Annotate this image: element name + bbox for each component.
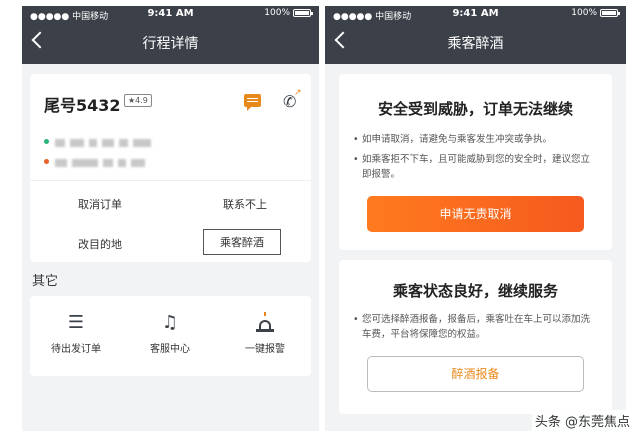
cancel-order-button[interactable]: 取消订单 [50, 196, 150, 212]
battery-percent: 100% [264, 8, 290, 18]
emergency-alarm-label: 一键报警 [245, 344, 285, 355]
pending-orders-label: 待出发订单 [51, 344, 101, 355]
page-title: 行程详情 [142, 36, 199, 52]
battery-status: 100% [264, 8, 313, 18]
headset-icon: ♫ [161, 312, 179, 333]
trip-card: 尾号5432 ★4.9 ✆ ↗ 取消订单 联系不上 改目的地 乘客醉酒 [30, 74, 311, 262]
safety-tip: 如申请取消，请避免与乘客发生冲突或争执。 [353, 132, 598, 147]
navbar: ●●●●● 中国移动 9:41 AM 100% 行程详情 [22, 6, 319, 64]
free-cancel-button[interactable]: 申请无责取消 [367, 196, 584, 232]
origin-redacted [55, 132, 156, 151]
emergency-alarm-button[interactable]: 一键报警 [225, 312, 305, 355]
page-title: 乘客醉酒 [447, 36, 504, 52]
safety-tip: 如乘客拒不下车，且可能威胁到您的安全时，建议您立即报警。 [353, 152, 598, 182]
customer-service-button[interactable]: ♫ 客服中心 [130, 312, 210, 355]
message-icon[interactable] [244, 94, 261, 111]
trip-detail-screen: ●●●●● 中国移动 9:41 AM 100% 行程详情 尾号5432 ★4.9… [22, 6, 319, 431]
call-arrow-icon: ↗ [294, 88, 302, 98]
status-bar: ●●●●● 中国移动 9:41 AM 100% [22, 6, 319, 24]
safety-threat-title: 安全受到威胁，订单无法继续 [377, 100, 573, 118]
pending-orders-button[interactable]: ☰ 待出发订单 [36, 312, 116, 355]
status-bar: ●●●●● 中国移动 9:41 AM 100% [325, 6, 626, 24]
destination-address [44, 152, 150, 171]
drunk-report-button[interactable]: 醉酒报备 [367, 356, 584, 392]
navbar: ●●●●● 中国移动 9:41 AM 100% 乘客醉酒 [325, 6, 626, 64]
unreachable-button[interactable]: 联系不上 [195, 196, 295, 212]
origin-dot-icon [44, 139, 49, 144]
order-list-icon: ☰ [67, 312, 85, 333]
continue-service-title: 乘客状态良好，继续服务 [392, 282, 558, 300]
destination-redacted [55, 152, 150, 171]
battery-percent: 100% [571, 8, 597, 18]
customer-service-label: 客服中心 [150, 344, 190, 355]
origin-address [44, 132, 156, 151]
destination-dot-icon [44, 159, 49, 164]
siren-icon [256, 312, 274, 334]
section-other-label: 其它 [32, 274, 59, 289]
battery-icon [293, 9, 313, 17]
passenger-drunk-screen: ●●●●● 中国移动 9:41 AM 100% 乘客醉酒 安全受到威胁，订单无法… [325, 6, 626, 431]
continue-service-card: 乘客状态良好，继续服务 您可选择醉酒报备，报备后，乘客吐在车上可以添加洗车费，平… [339, 260, 612, 414]
battery-status: 100% [571, 8, 620, 18]
passenger-drunk-button[interactable]: 乘客醉酒 [203, 229, 281, 255]
change-destination-button[interactable]: 改目的地 [50, 236, 150, 252]
report-tip: 您可选择醉酒报备，报备后，乘客吐在车上可以添加洗车费，平台将保障您的权益。 [353, 312, 598, 342]
battery-icon [600, 9, 620, 17]
safety-threat-card: 安全受到威胁，订单无法继续 如申请取消，请避免与乘客发生冲突或争执。 如乘客拒不… [339, 74, 612, 250]
plate-tail: 尾号5432 [44, 96, 121, 115]
other-card: ☰ 待出发订单 ♫ 客服中心 一键报警 [30, 296, 311, 376]
watermark: 头条 @东莞焦点 [531, 410, 633, 431]
rating-badge: ★4.9 [124, 94, 152, 107]
divider [30, 180, 311, 181]
